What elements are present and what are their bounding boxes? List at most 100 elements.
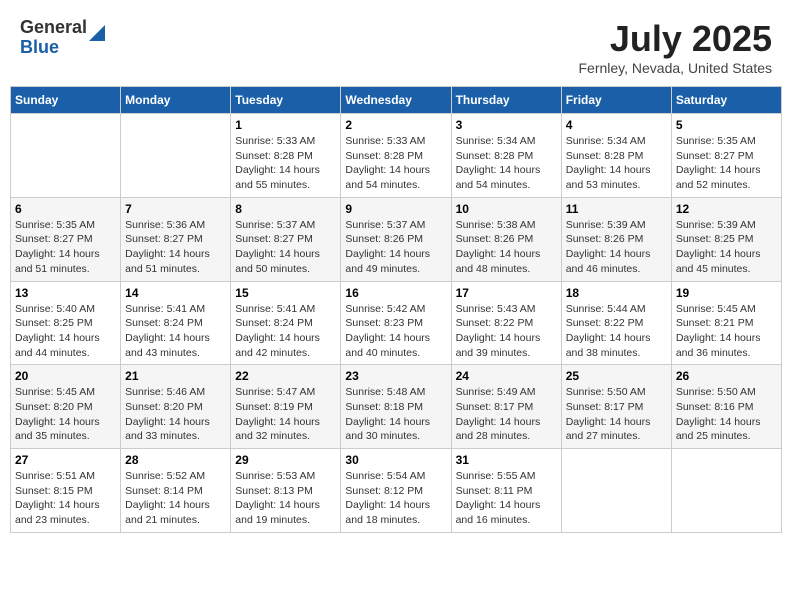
day-number: 6 [15,202,116,216]
day-info: Sunrise: 5:41 AMSunset: 8:24 PMDaylight:… [125,302,226,361]
calendar-cell [121,114,231,198]
day-number: 11 [566,202,667,216]
calendar-body: 1 Sunrise: 5:33 AMSunset: 8:28 PMDaylight… [11,114,782,533]
day-info: Sunrise: 5:54 AMSunset: 8:12 PMDaylight:… [345,469,446,528]
day-info: Sunrise: 5:50 AMSunset: 8:17 PMDaylight:… [566,385,667,444]
day-number: 5 [676,118,777,132]
day-number: 12 [676,202,777,216]
calendar-cell: 18Sunrise: 5:44 AMSunset: 8:22 PMDayligh… [561,281,671,365]
logo-general: General [20,18,87,38]
calendar-cell: 21Sunrise: 5:46 AMSunset: 8:20 PMDayligh… [121,365,231,449]
day-info: Sunrise: 5:34 AMSunset: 8:28 PMDaylight:… [456,134,557,193]
day-number: 16 [345,286,446,300]
day-number: 19 [676,286,777,300]
calendar-cell [561,449,671,533]
day-number: 8 [235,202,336,216]
calendar-cell [671,449,781,533]
calendar-cell: 20 Sunrise: 5:45 AMSunset: 8:20 PMDayligh… [11,365,121,449]
calendar-cell: 11 Sunrise: 5:39 AMSunset: 8:26 PMDayligh… [561,197,671,281]
day-info: Sunrise: 5:39 AMSunset: 8:26 PMDaylight:… [566,218,667,277]
day-number: 26 [676,369,777,383]
page-header: General Blue July 2025 Fernley, Nevada, … [10,10,782,80]
day-number: 30 [345,453,446,467]
calendar-week-row: 20 Sunrise: 5:45 AMSunset: 8:20 PMDayligh… [11,365,782,449]
location-title: Fernley, Nevada, United States [578,60,772,76]
day-number: 14 [125,286,226,300]
day-info: Sunrise: 5:36 AMSunset: 8:27 PMDaylight:… [125,218,226,277]
day-info: Sunrise: 5:52 AMSunset: 8:14 PMDaylight:… [125,469,226,528]
calendar-cell: 10Sunrise: 5:38 AMSunset: 8:26 PMDayligh… [451,197,561,281]
day-number: 1 [235,118,336,132]
calendar-cell: 29 Sunrise: 5:53 AMSunset: 8:13 PMDayligh… [231,449,341,533]
day-number: 23 [345,369,446,383]
calendar-week-row: 27 Sunrise: 5:51 AMSunset: 8:15 PMDayligh… [11,449,782,533]
day-number: 2 [345,118,446,132]
day-info: Sunrise: 5:51 AMSunset: 8:15 PMDaylight:… [15,469,116,528]
day-of-week-header: Monday [121,87,231,114]
day-info: Sunrise: 5:53 AMSunset: 8:13 PMDaylight:… [235,469,336,528]
calendar-cell: 9Sunrise: 5:37 AMSunset: 8:26 PMDaylight… [341,197,451,281]
day-number: 7 [125,202,226,216]
calendar-cell [11,114,121,198]
calendar-cell: 5Sunrise: 5:35 AMSunset: 8:27 PMDaylight… [671,114,781,198]
day-number: 4 [566,118,667,132]
day-of-week-header: Sunday [11,87,121,114]
day-info: Sunrise: 5:33 AMSunset: 8:28 PMDaylight:… [235,134,336,193]
day-info: Sunrise: 5:41 AMSunset: 8:24 PMDaylight:… [235,302,336,361]
day-info: Sunrise: 5:45 AMSunset: 8:20 PMDaylight:… [15,385,116,444]
calendar-cell: 25 Sunrise: 5:50 AMSunset: 8:17 PMDayligh… [561,365,671,449]
day-info: Sunrise: 5:42 AMSunset: 8:23 PMDaylight:… [345,302,446,361]
calendar-week-row: 1 Sunrise: 5:33 AMSunset: 8:28 PMDaylight… [11,114,782,198]
logo-icon [89,21,105,41]
day-number: 22 [235,369,336,383]
day-of-week-header: Thursday [451,87,561,114]
day-info: Sunrise: 5:38 AMSunset: 8:26 PMDaylight:… [456,218,557,277]
calendar-header: SundayMondayTuesdayWednesdayThursdayFrid… [11,87,782,114]
calendar-cell: 15 Sunrise: 5:41 AMSunset: 8:24 PMDayligh… [231,281,341,365]
calendar-cell: 14 Sunrise: 5:41 AMSunset: 8:24 PMDayligh… [121,281,231,365]
calendar-cell: 2 Sunrise: 5:33 AMSunset: 8:28 PMDaylight… [341,114,451,198]
calendar-cell: 4Sunrise: 5:34 AMSunset: 8:28 PMDaylight… [561,114,671,198]
day-info: Sunrise: 5:48 AMSunset: 8:18 PMDaylight:… [345,385,446,444]
calendar-cell: 28Sunrise: 5:52 AMSunset: 8:14 PMDayligh… [121,449,231,533]
calendar-cell: 27 Sunrise: 5:51 AMSunset: 8:15 PMDayligh… [11,449,121,533]
day-info: Sunrise: 5:50 AMSunset: 8:16 PMDaylight:… [676,385,777,444]
logo-blue: Blue [20,38,87,58]
day-number: 18 [566,286,667,300]
calendar-cell: 17Sunrise: 5:43 AMSunset: 8:22 PMDayligh… [451,281,561,365]
calendar-cell: 1 Sunrise: 5:33 AMSunset: 8:28 PMDaylight… [231,114,341,198]
calendar-cell: 3Sunrise: 5:34 AMSunset: 8:28 PMDaylight… [451,114,561,198]
calendar-cell: 22Sunrise: 5:47 AMSunset: 8:19 PMDayligh… [231,365,341,449]
calendar-table: SundayMondayTuesdayWednesdayThursdayFrid… [10,86,782,533]
day-info: Sunrise: 5:33 AMSunset: 8:28 PMDaylight:… [345,134,446,193]
day-info: Sunrise: 5:39 AMSunset: 8:25 PMDaylight:… [676,218,777,277]
calendar-cell: 7 Sunrise: 5:36 AMSunset: 8:27 PMDaylight… [121,197,231,281]
day-number: 31 [456,453,557,467]
day-number: 29 [235,453,336,467]
calendar-cell: 23 Sunrise: 5:48 AMSunset: 8:18 PMDayligh… [341,365,451,449]
day-info: Sunrise: 5:45 AMSunset: 8:21 PMDaylight:… [676,302,777,361]
calendar-cell: 31 Sunrise: 5:55 AMSunset: 8:11 PMDayligh… [451,449,561,533]
day-number: 24 [456,369,557,383]
day-info: Sunrise: 5:43 AMSunset: 8:22 PMDaylight:… [456,302,557,361]
calendar-cell: 26 Sunrise: 5:50 AMSunset: 8:16 PMDayligh… [671,365,781,449]
day-number: 25 [566,369,667,383]
calendar-cell: 12 Sunrise: 5:39 AMSunset: 8:25 PMDayligh… [671,197,781,281]
day-number: 21 [125,369,226,383]
calendar-cell: 19 Sunrise: 5:45 AMSunset: 8:21 PMDayligh… [671,281,781,365]
calendar-cell: 8Sunrise: 5:37 AMSunset: 8:27 PMDaylight… [231,197,341,281]
day-number: 13 [15,286,116,300]
day-info: Sunrise: 5:55 AMSunset: 8:11 PMDaylight:… [456,469,557,528]
calendar-cell: 13Sunrise: 5:40 AMSunset: 8:25 PMDayligh… [11,281,121,365]
day-of-week-header: Saturday [671,87,781,114]
calendar-cell: 16 Sunrise: 5:42 AMSunset: 8:23 PMDayligh… [341,281,451,365]
title-block: July 2025 Fernley, Nevada, United States [578,18,772,76]
day-number: 20 [15,369,116,383]
logo-text: General Blue [20,18,87,58]
calendar-cell: 30 Sunrise: 5:54 AMSunset: 8:12 PMDayligh… [341,449,451,533]
day-number: 15 [235,286,336,300]
day-number: 27 [15,453,116,467]
logo: General Blue [20,18,105,58]
day-info: Sunrise: 5:37 AMSunset: 8:26 PMDaylight:… [345,218,446,277]
day-of-week-header: Wednesday [341,87,451,114]
